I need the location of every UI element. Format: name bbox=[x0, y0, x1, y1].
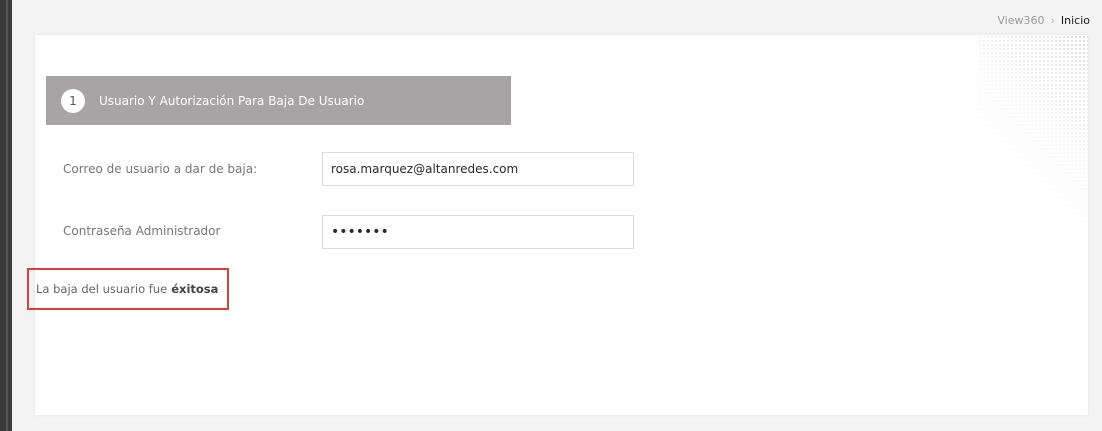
email-label: Correo de usuario a dar de baja: bbox=[63, 162, 258, 176]
dot-pattern-decoration bbox=[978, 35, 1088, 225]
chevron-right-icon: › bbox=[1050, 14, 1055, 27]
email-field[interactable] bbox=[322, 152, 634, 186]
step-number-badge: 1 bbox=[61, 88, 85, 113]
breadcrumb: View360 › Inicio bbox=[997, 14, 1090, 27]
step-header: 1 Usuario Y Autorización Para Baja De Us… bbox=[46, 76, 511, 125]
main-panel: 1 Usuario Y Autorización Para Baja De Us… bbox=[27, 35, 1088, 415]
success-message-emphasis: éxitosa bbox=[171, 282, 219, 296]
left-edge-bar bbox=[0, 0, 12, 431]
success-message-text: La baja del usuario fue bbox=[36, 282, 168, 296]
step-title: Usuario Y Autorización Para Baja De Usua… bbox=[99, 93, 365, 108]
breadcrumb-root-link[interactable]: View360 bbox=[997, 14, 1044, 27]
password-label: Contraseña Administrador bbox=[63, 224, 221, 238]
success-message: La baja del usuario fue éxitosa bbox=[27, 268, 229, 310]
password-field[interactable] bbox=[322, 215, 634, 249]
breadcrumb-current: Inicio bbox=[1060, 14, 1090, 27]
